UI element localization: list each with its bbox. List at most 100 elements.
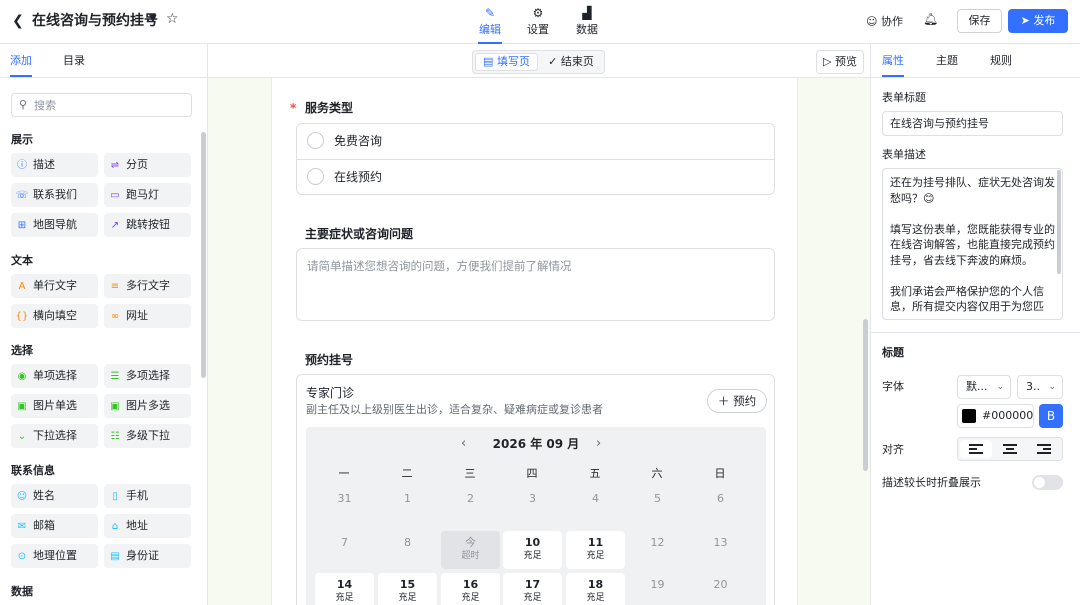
symptoms-textarea[interactable]: 请简单描述您想咨询的问题，方便我们提前了解情况 <box>296 248 775 321</box>
day-status: 充足 <box>335 593 354 603</box>
component-item[interactable]: ▯ 手机 <box>104 484 191 508</box>
star-icon[interactable]: ☆ <box>166 11 179 27</box>
component-item[interactable]: A 单行文字 <box>11 274 98 298</box>
tab-edit[interactable]: ✎ 编辑 <box>470 5 510 44</box>
component-item[interactable]: ☺ 姓名 <box>11 484 98 508</box>
component-item[interactable]: ◉ 单项选择 <box>11 364 98 388</box>
tab-rules[interactable]: 规则 <box>990 54 1012 68</box>
save-button[interactable]: 保存 <box>957 9 1002 33</box>
book-button[interactable]: ＋ 预约 <box>707 389 767 413</box>
tab-outline[interactable]: 目录 <box>63 54 85 68</box>
tab-properties[interactable]: 属性 <box>882 54 904 77</box>
font-family-select[interactable]: 默... ⌄ <box>957 375 1011 399</box>
component-item[interactable]: ☰ 多项选择 <box>104 364 191 388</box>
component-item[interactable]: ▣ 图片单选 <box>11 394 98 418</box>
radio-option[interactable]: 免费咨询 <box>297 124 774 159</box>
component-icon: ☷ <box>110 431 120 442</box>
tab-theme[interactable]: 主题 <box>936 54 958 68</box>
component-item[interactable]: ▭ 跑马灯 <box>104 183 191 207</box>
color-swatch <box>962 409 976 423</box>
top-bar: ❮ 在线咨询与预约挂号 ▼ ☆ ✎ 编辑 ⚙ 设置 ▟ 数据 ☺ 协作 🔔︎ 保… <box>0 0 1080 44</box>
seg-fill-page[interactable]: ▤ 填写页 <box>475 53 538 71</box>
form-title[interactable]: 在线咨询与预约挂号 <box>32 12 158 30</box>
component-label: 分页 <box>126 158 148 171</box>
component-label: 联系我们 <box>33 188 77 201</box>
back-arrow-icon[interactable]: ❮ <box>10 12 26 30</box>
form-title-input[interactable]: 在线咨询与预约挂号 <box>882 111 1063 136</box>
publish-button[interactable]: ➤ 发布 <box>1008 9 1068 33</box>
calendar-day[interactable]: 15 充足 <box>378 573 437 605</box>
tab-add[interactable]: 添加 <box>10 54 32 77</box>
day-number: 5 <box>654 492 661 505</box>
seg-end-page[interactable]: ✓ 结束页 <box>540 53 602 71</box>
calendar-day[interactable]: 18 充足 <box>566 573 625 605</box>
calendar-day: 2 <box>441 487 500 525</box>
desc-scrollbar[interactable] <box>1057 170 1061 274</box>
calendar-day[interactable]: 10 充足 <box>503 531 562 569</box>
calendar-day[interactable]: 17 充足 <box>503 573 562 605</box>
component-item[interactable]: ☷ 多级下拉 <box>104 424 191 448</box>
collapse-label: 描述较长时折叠展示 <box>882 476 981 489</box>
component-item[interactable]: {} 横向填空 <box>11 304 98 328</box>
calendar-day[interactable]: 14 充足 <box>315 573 374 605</box>
day-number: 1 <box>404 492 411 505</box>
bell-icon[interactable]: 🔔︎ <box>923 12 938 26</box>
component-label: 跑马灯 <box>126 188 159 201</box>
canvas-scrollbar[interactable] <box>863 319 868 471</box>
component-item[interactable]: ⊞ 地图导航 <box>11 213 98 237</box>
align-center-icon[interactable] <box>994 440 1026 458</box>
weekday-label: 一 <box>338 467 350 480</box>
component-icon: ✉ <box>17 521 27 532</box>
chevron-down-icon[interactable]: ▼ <box>149 13 157 24</box>
gear-icon: ⚙ <box>532 6 544 20</box>
component-item[interactable]: ⊙ 地理位置 <box>11 544 98 568</box>
question-appointment[interactable]: 预约挂号 <box>305 352 353 368</box>
tab-settings[interactable]: ⚙ 设置 <box>518 5 558 37</box>
chevron-left-icon[interactable]: ‹ <box>461 435 466 453</box>
component-item[interactable]: ✉ 邮箱 <box>11 514 98 538</box>
component-icon: ▣ <box>110 401 120 412</box>
bold-button[interactable]: B <box>1039 404 1063 428</box>
collapse-toggle[interactable] <box>1032 475 1063 490</box>
calendar-day: 1 <box>378 487 437 525</box>
calendar-day[interactable]: 16 充足 <box>441 573 500 605</box>
component-search[interactable]: ⚲ <box>11 93 192 117</box>
calendar-day[interactable]: 11 充足 <box>566 531 625 569</box>
component-item[interactable]: ⓘ 描述 <box>11 153 98 177</box>
component-icon: {} <box>15 311 29 322</box>
radio-circle[interactable] <box>307 132 324 149</box>
component-item[interactable]: ▣ 图片多选 <box>104 394 191 418</box>
form-desc-textarea[interactable]: 还在为挂号排队、症状无处咨询发愁吗？😊 填写这份表单，您既能获得专业的在线咨询解… <box>882 168 1063 320</box>
font-size-select[interactable]: 3.. ⌄ <box>1017 375 1063 399</box>
align-left-icon[interactable] <box>960 440 992 458</box>
page-switch: ▤ 填写页 ✓ 结束页 <box>472 50 605 74</box>
color-picker[interactable]: #000000 <box>957 404 1034 428</box>
align-right-icon[interactable] <box>1028 440 1060 458</box>
weekday-label: 六 <box>651 467 663 480</box>
component-item[interactable]: ∞ 网址 <box>104 304 191 328</box>
component-item[interactable]: ⌄ 下拉选择 <box>11 424 98 448</box>
day-number: 13 <box>713 536 728 549</box>
chevron-right-icon[interactable]: › <box>596 435 601 453</box>
preview-button[interactable]: ▷ 预览 <box>816 50 864 74</box>
left-scrollbar[interactable] <box>201 132 206 378</box>
collab-button[interactable]: ☺ 协作 <box>866 13 903 29</box>
search-input[interactable] <box>34 97 184 113</box>
component-item[interactable]: ▤ 身份证 <box>104 544 191 568</box>
component-item[interactable]: ⌂ 地址 <box>104 514 191 538</box>
component-item[interactable]: ≡ 多行文字 <box>104 274 191 298</box>
question-service-type[interactable]: * 服务类型 <box>290 100 353 116</box>
radio-circle[interactable] <box>307 168 324 185</box>
day-status: 充足 <box>398 593 417 603</box>
radio-option[interactable]: 在线预约 <box>297 159 774 194</box>
component-item[interactable]: ☏ 联系我们 <box>11 183 98 207</box>
component-item[interactable]: ↗ 跳转按钮 <box>104 213 191 237</box>
tab-data[interactable]: ▟ 数据 <box>567 5 607 37</box>
question-symptoms[interactable]: 主要症状或咨询问题 <box>305 226 413 242</box>
component-item[interactable]: ⇌ 分页 <box>104 153 191 177</box>
form-title-label: 表单标题 <box>882 91 926 104</box>
component-label: 图片单选 <box>33 399 77 412</box>
day-status: 超时 <box>461 551 480 561</box>
align-group <box>957 437 1063 461</box>
component-label: 描述 <box>33 158 55 171</box>
